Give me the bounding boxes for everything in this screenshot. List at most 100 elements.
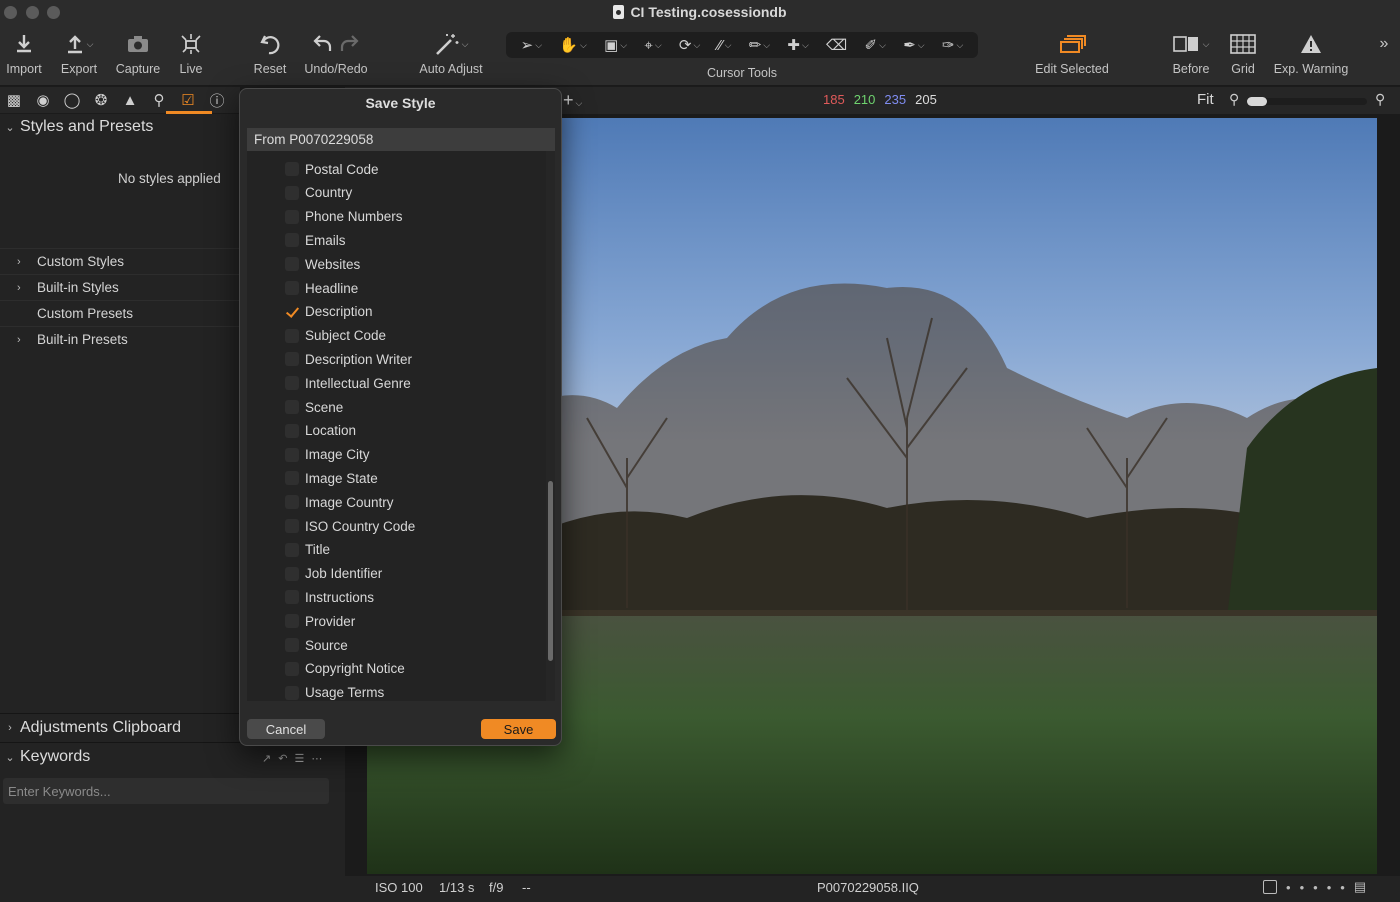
capture-button[interactable]: Capture <box>112 26 164 86</box>
checkbox[interactable] <box>285 400 299 414</box>
checkbox[interactable] <box>285 614 299 629</box>
add-icon[interactable]: + ⌵ <box>563 90 582 111</box>
checklist-row[interactable]: Phone Numbers <box>247 205 547 229</box>
edit-selected-button[interactable]: Edit Selected <box>1030 26 1114 86</box>
checklist-row[interactable]: Country <box>247 181 547 205</box>
checklist-row[interactable]: Copyright Notice <box>247 657 547 681</box>
checkbox[interactable] <box>285 590 299 605</box>
annotate-icon[interactable]: ✑ ⌵ <box>942 36 963 54</box>
scrollbar-thumb[interactable] <box>548 481 553 661</box>
zoom-slider-thumb[interactable] <box>1247 97 1267 106</box>
heal-icon[interactable]: ✚ ⌵ <box>787 36 808 54</box>
rating-dot-icon[interactable]: • <box>1340 880 1345 895</box>
checklist-row[interactable]: Usage Terms <box>247 681 547 701</box>
grid-button[interactable]: Grid <box>1226 26 1260 86</box>
undo-redo-button[interactable]: Undo/Redo <box>302 26 370 86</box>
before-button[interactable]: ⌵ Before <box>1166 26 1216 86</box>
checklist-row[interactable]: Websites <box>247 252 547 276</box>
more-icon[interactable]: ⋯ <box>311 752 322 765</box>
checklist-row[interactable]: Description Writer <box>247 347 547 371</box>
checklist-row[interactable]: Title <box>247 538 547 562</box>
live-button[interactable]: Live <box>172 26 210 86</box>
capture-tab-icon[interactable]: ◉ <box>33 90 53 110</box>
checklist-row[interactable]: Intellectual Genre <box>247 371 547 395</box>
checklist-row[interactable]: ISO Country Code <box>247 514 547 538</box>
keywords-header[interactable]: ⌄ Keywords <box>0 748 90 766</box>
keystone-icon[interactable]: ⁄⁄ ⌵ <box>718 37 732 54</box>
custom-presets-item[interactable]: Custom Presets <box>0 300 240 326</box>
reset-button[interactable]: Reset <box>250 26 290 86</box>
expand-icon[interactable]: ↗ <box>262 752 271 765</box>
checkbox[interactable] <box>285 542 299 557</box>
rating-dot-icon[interactable]: • <box>1286 880 1291 895</box>
checkbox[interactable] <box>285 519 299 533</box>
undo-icon[interactable] <box>313 33 333 56</box>
checklist-row[interactable]: Image City <box>247 443 547 467</box>
keywords-input[interactable] <box>3 778 329 804</box>
checklist-row[interactable]: Image State <box>247 466 547 490</box>
rating-dot-icon[interactable]: • <box>1300 880 1305 895</box>
checkbox[interactable] <box>285 376 299 391</box>
checkbox[interactable] <box>285 185 299 200</box>
checkbox[interactable] <box>285 281 299 295</box>
exposure-tab-icon[interactable]: ▲ <box>120 90 140 110</box>
eraser-icon[interactable]: ⌫ <box>826 36 847 54</box>
built-in-presets-item[interactable]: › Built-in Presets <box>0 326 240 352</box>
zoom-slider[interactable] <box>1247 97 1367 106</box>
color-tab-icon[interactable]: ❂ <box>91 90 111 110</box>
exposure-warning-button[interactable]: Exp. Warning <box>1272 26 1350 86</box>
toolbar-overflow-button[interactable]: » <box>1374 26 1394 86</box>
save-button[interactable]: Save <box>481 719 556 739</box>
zoom-in-icon[interactable]: ⚲ <box>1375 91 1385 108</box>
library-folder-icon[interactable]: ▩ <box>4 90 24 110</box>
checkbox[interactable] <box>285 661 299 676</box>
cancel-button[interactable]: Cancel <box>247 719 325 739</box>
picker-icon[interactable]: ✒ ⌵ <box>903 36 924 54</box>
reset-icon[interactable]: ↶ <box>278 752 287 765</box>
checklist-row[interactable]: Location <box>247 419 547 443</box>
export-button[interactable]: ⌵ Export <box>56 26 102 86</box>
select-checkbox-icon[interactable] <box>1263 880 1277 894</box>
crop-icon[interactable]: ⌖ ⌵ <box>644 37 661 54</box>
rating-dot-icon[interactable]: • <box>1327 880 1332 895</box>
select-cursor-icon[interactable]: ➢ ⌵ <box>521 36 542 54</box>
checklist-row[interactable]: Source <box>247 633 547 657</box>
checkbox[interactable] <box>285 352 299 367</box>
checkbox[interactable] <box>285 209 299 224</box>
zoom-out-icon[interactable]: ⚲ <box>1229 91 1239 108</box>
checkbox[interactable] <box>285 305 299 319</box>
adjustments-tab-icon[interactable]: ☑ <box>178 90 198 110</box>
list-icon[interactable]: ☰ <box>294 752 304 765</box>
checkbox[interactable] <box>285 423 299 438</box>
color-tag-icon[interactable]: ▤ <box>1354 879 1366 895</box>
zoom-fit-label[interactable]: Fit <box>1197 91 1214 108</box>
custom-styles-item[interactable]: › Custom Styles <box>0 248 240 274</box>
checklist-row[interactable]: Instructions <box>247 585 547 609</box>
rating-dot-icon[interactable]: • <box>1313 880 1318 895</box>
checklist-row[interactable]: Job Identifier <box>247 562 547 586</box>
checkbox[interactable] <box>285 328 299 343</box>
brush-icon[interactable]: ✏ ⌵ <box>749 36 770 54</box>
scrollbar[interactable] <box>546 151 555 701</box>
checklist-row[interactable]: Subject Code <box>247 324 547 348</box>
checkbox[interactable] <box>285 495 299 510</box>
adjustments-clipboard-header[interactable]: › Adjustments Clipboard <box>0 719 181 737</box>
pan-hand-icon[interactable]: ✋ ⌵ <box>559 36 587 54</box>
checkbox[interactable] <box>285 566 299 581</box>
checklist-row[interactable]: Headline <box>247 276 547 300</box>
lens-tab-icon[interactable]: ◯ <box>62 90 82 110</box>
checklist-row[interactable]: Emails <box>247 228 547 252</box>
styles-and-presets-header[interactable]: ⌄ Styles and Presets <box>0 118 153 136</box>
metadata-info-icon[interactable]: ⓘ <box>207 90 227 110</box>
checklist-row[interactable]: Provider <box>247 609 547 633</box>
built-in-styles-item[interactable]: › Built-in Styles <box>0 274 240 300</box>
details-tab-icon[interactable]: ⚲ <box>149 90 169 110</box>
checklist-row[interactable]: Postal Code <box>247 157 547 181</box>
rotate-icon[interactable]: ⟳ ⌵ <box>679 36 700 54</box>
loupe-icon[interactable]: ▣ ⌵ <box>604 36 627 54</box>
redo-icon[interactable] <box>339 33 359 56</box>
checkbox[interactable] <box>285 447 299 462</box>
checklist-row[interactable]: Description <box>247 300 547 324</box>
gradient-icon[interactable]: ✐ ⌵ <box>865 36 886 54</box>
checklist-row[interactable]: Scene <box>247 395 547 419</box>
